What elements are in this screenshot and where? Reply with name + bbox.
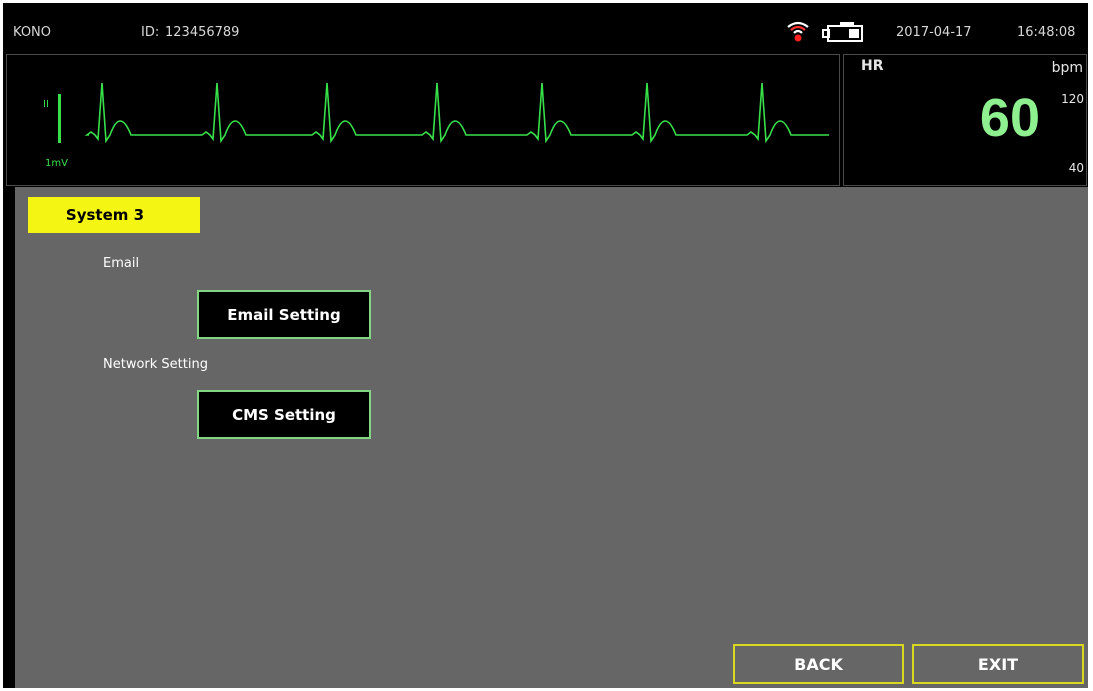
ecg-scale-label: 1mV bbox=[45, 158, 68, 169]
battery-icon bbox=[822, 22, 863, 42]
time-display: 16:48:08 bbox=[1017, 25, 1076, 40]
hr-value: 60 bbox=[979, 88, 1040, 148]
ecg-lead-label: II bbox=[43, 99, 49, 110]
wifi-alarm-icon bbox=[787, 21, 809, 42]
exit-button[interactable]: EXIT bbox=[912, 644, 1084, 684]
device-name: KONO bbox=[13, 25, 52, 40]
email-setting-button[interactable]: Email Setting bbox=[197, 290, 371, 339]
network-section-label: Network Setting bbox=[103, 357, 208, 372]
date-display: 2017-04-17 bbox=[896, 25, 972, 40]
system-menu-panel: System 3 Email Email Setting Network Set… bbox=[15, 187, 1088, 688]
hr-alarm-high: 120 bbox=[1061, 92, 1084, 106]
email-section-label: Email bbox=[103, 256, 140, 271]
status-bar: KONO ID: 123456789 2017-04-17 16:48:08 bbox=[3, 3, 1088, 53]
patient-id-value: 123456789 bbox=[165, 25, 240, 40]
monitor-screen: KONO ID: 123456789 2017-04-17 16:48:08 I… bbox=[3, 3, 1088, 688]
back-button[interactable]: BACK bbox=[733, 644, 904, 684]
calibration-bar bbox=[58, 94, 61, 143]
ecg-waveform bbox=[58, 82, 829, 144]
ecg-waveform-panel: II 1mV bbox=[6, 54, 840, 186]
hr-parameter-panel[interactable]: HR bpm 60 120 40 bbox=[843, 54, 1087, 186]
hr-alarm-low: 40 bbox=[1068, 161, 1084, 175]
hr-label: HR bbox=[861, 58, 884, 74]
menu-title: System 3 bbox=[28, 197, 200, 233]
patient-id-label: ID: bbox=[141, 25, 160, 40]
hr-unit: bpm bbox=[1051, 60, 1083, 76]
cms-setting-button[interactable]: CMS Setting bbox=[197, 390, 371, 439]
ecg-trace bbox=[84, 82, 829, 144]
